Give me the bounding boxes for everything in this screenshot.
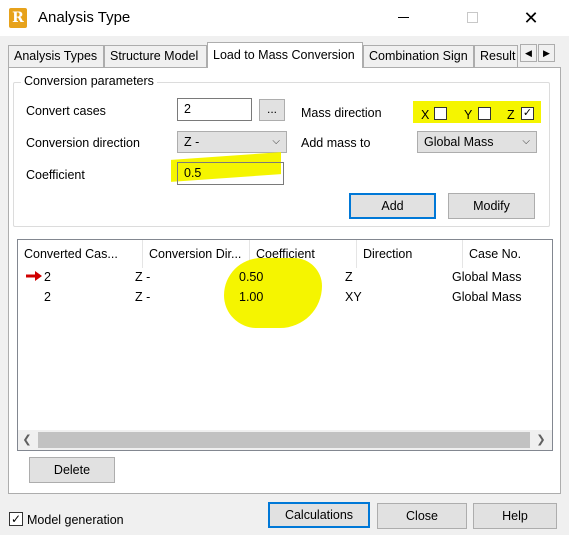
conversion-direction-value: Z -	[184, 135, 200, 149]
cell-converted-cases: 2	[44, 290, 51, 304]
cell-case-no: Global Mass	[452, 290, 522, 304]
minimize-icon	[397, 17, 409, 19]
add-mass-to-label: Add mass to	[301, 136, 371, 150]
group-title: Conversion parameters	[21, 74, 157, 88]
mass-y-checkbox[interactable]	[478, 107, 491, 120]
maximize-icon	[466, 12, 478, 24]
model-generation-label: Model generation	[27, 513, 124, 527]
app-logo-icon: R	[9, 8, 27, 28]
add-mass-to-value: Global Mass	[424, 135, 494, 149]
title-bar: R Analysis Type ✕	[0, 0, 569, 36]
column-header-case-no[interactable]: Case No.	[463, 240, 552, 268]
column-header-converted-cases[interactable]: Converted Cas...	[18, 240, 143, 268]
mass-direction-label: Mass direction	[301, 106, 382, 120]
tab-result[interactable]: Result	[474, 45, 518, 67]
conversion-list[interactable]: Converted Cas... Conversion Dir... Coeff…	[17, 239, 553, 451]
chevron-down-icon: ⌵	[522, 136, 530, 147]
conversion-direction-label: Conversion direction	[26, 136, 140, 150]
current-row-arrow-icon	[26, 271, 42, 281]
arrow-left-icon: ◀	[525, 48, 532, 58]
column-header-direction[interactable]: Direction	[357, 240, 463, 268]
cell-direction: Z	[345, 270, 353, 284]
minimize-button[interactable]	[383, 6, 423, 30]
add-button[interactable]: Add	[349, 193, 436, 219]
close-button[interactable]: Close	[377, 503, 467, 529]
close-icon: ✕	[523, 8, 539, 28]
mass-x-label: X	[421, 108, 430, 122]
tab-analysis-types[interactable]: Analysis Types	[8, 45, 104, 67]
add-mass-to-select[interactable]: Global Mass ⌵	[417, 131, 537, 153]
calculations-button[interactable]: Calculations	[268, 502, 370, 528]
cell-conversion-direction: Z -	[135, 270, 151, 284]
window-title: Analysis Type	[38, 9, 131, 26]
arrow-right-icon: ▶	[543, 48, 550, 58]
mass-x-checkbox[interactable]	[434, 107, 447, 120]
scroll-left-arrow-icon[interactable]: ❮	[18, 430, 36, 450]
tab-scroll-left-button[interactable]: ◀	[520, 44, 537, 62]
mass-z-label: Z	[507, 108, 515, 122]
check-icon: ✓	[522, 107, 533, 119]
tab-scroll-right-button[interactable]: ▶	[538, 44, 555, 62]
tab-load-to-mass-conversion[interactable]: Load to Mass Conversion	[207, 42, 363, 68]
browse-cases-button[interactable]: ...	[259, 99, 285, 121]
maximize-button[interactable]	[452, 6, 492, 30]
column-header-conversion-direction[interactable]: Conversion Dir...	[143, 240, 250, 268]
convert-cases-label: Convert cases	[26, 104, 106, 118]
mass-y-label: Y	[464, 108, 473, 122]
cell-direction: XY	[345, 290, 362, 304]
convert-cases-input[interactable]: 2	[177, 98, 252, 121]
tab-combination-sign[interactable]: Combination Sign	[363, 45, 474, 67]
cell-coefficient: 0.50	[239, 270, 264, 284]
coefficient-label: Coefficient	[26, 168, 85, 182]
help-button[interactable]: Help	[473, 503, 557, 529]
horizontal-scrollbar[interactable]: ❮ ❯	[18, 430, 552, 450]
scrollbar-thumb[interactable]	[38, 432, 530, 448]
delete-button[interactable]: Delete	[29, 457, 115, 483]
mass-z-checkbox[interactable]: ✓	[521, 107, 534, 120]
tab-structure-model[interactable]: Structure Model	[104, 45, 207, 67]
cell-converted-cases: 2	[44, 270, 51, 284]
modify-button[interactable]: Modify	[448, 193, 535, 219]
cell-coefficient: 1.00	[239, 290, 264, 304]
scroll-right-arrow-icon[interactable]: ❯	[532, 430, 550, 450]
model-generation-checkbox[interactable]: ✓	[9, 512, 23, 526]
coefficient-input[interactable]: 0.5	[177, 162, 284, 185]
cell-conversion-direction: Z -	[135, 290, 151, 304]
close-window-button[interactable]: ✕	[511, 6, 551, 30]
cell-case-no: Global Mass	[452, 270, 522, 284]
chevron-down-icon: ⌵	[272, 136, 280, 147]
check-icon: ✓	[10, 512, 22, 526]
conversion-direction-select[interactable]: Z - ⌵	[177, 131, 287, 153]
